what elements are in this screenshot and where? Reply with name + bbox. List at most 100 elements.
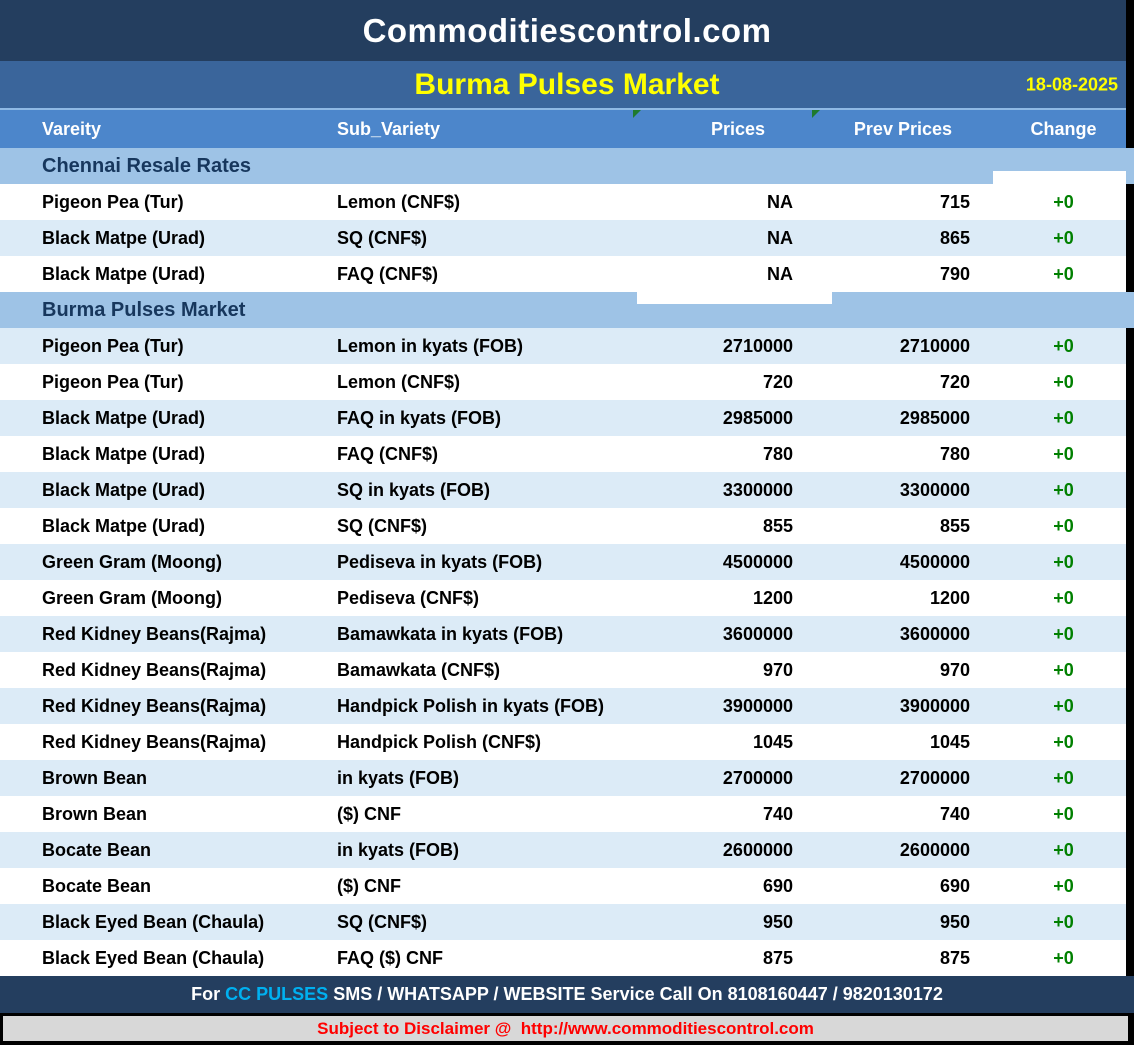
service-text-prefix: For [191,984,225,1005]
column-header-variety: Vareity [0,119,330,140]
cell-gap-artifact [993,171,1126,184]
price-cell: NA [635,264,812,285]
change-cell: +0 [993,732,1134,753]
prev-price-cell: 950 [812,912,993,933]
prev-price-cell: 2600000 [812,840,993,861]
change-cell: +0 [993,912,1134,933]
table-row: Pigeon Pea (Tur)Lemon in kyats (FOB)2710… [0,328,1134,364]
table-row: Black Matpe (Urad)SQ (CNF$)855855+0 [0,508,1134,544]
subvariety-cell: Lemon (CNF$) [330,192,635,213]
column-header-row: Vareity Sub_Variety Prices Prev Prices C… [0,110,1134,148]
disclaimer-text: Subject to Disclaimer @ [317,1019,521,1039]
report-title-bar: Burma Pulses Market 18-08-2025 [0,61,1134,110]
price-cell: 2710000 [635,336,812,357]
column-header-prev-prices: Prev Prices [812,119,993,140]
prev-price-cell: 4500000 [812,552,993,573]
variety-cell: Bocate Bean [0,840,330,861]
change-cell: +0 [993,516,1134,537]
price-cell: NA [635,228,812,249]
table-row: Bocate Beanin kyats (FOB)26000002600000+… [0,832,1134,868]
change-cell: +0 [993,804,1134,825]
variety-cell: Red Kidney Beans(Rajma) [0,696,330,717]
price-cell: 855 [635,516,812,537]
subvariety-cell: Pediseva in kyats (FOB) [330,552,635,573]
prev-price-cell: 970 [812,660,993,681]
section-header-row: Burma Pulses Market [0,292,1134,328]
table-row: Black Eyed Bean (Chaula)FAQ ($) CNF87587… [0,940,1134,976]
price-cell: 740 [635,804,812,825]
variety-cell: Brown Bean [0,804,330,825]
subvariety-cell: SQ (CNF$) [330,516,635,537]
table-row: Black Matpe (Urad)SQ in kyats (FOB)33000… [0,472,1134,508]
disclaimer-bar: Subject to Disclaimer @ http://www.commo… [0,1013,1134,1045]
column-header-change: Change [993,119,1134,140]
variety-cell: Black Eyed Bean (Chaula) [0,912,330,933]
variety-cell: Black Matpe (Urad) [0,480,330,501]
price-cell: 780 [635,444,812,465]
site-title: Commoditiescontrol.com [363,12,772,50]
subvariety-cell: Lemon in kyats (FOB) [330,336,635,357]
cc-pulses-highlight: CC PULSES [225,984,328,1005]
table-body: Chennai Resale RatesPigeon Pea (Tur)Lemo… [0,148,1134,976]
variety-cell: Pigeon Pea (Tur) [0,192,330,213]
table-row: Black Eyed Bean (Chaula)SQ (CNF$)950950+… [0,904,1134,940]
price-cell: 3600000 [635,624,812,645]
prev-price-cell: 780 [812,444,993,465]
table-row: Brown Beanin kyats (FOB)27000002700000+0 [0,760,1134,796]
change-cell: +0 [993,876,1134,897]
prev-price-cell: 3300000 [812,480,993,501]
price-cell: 3300000 [635,480,812,501]
price-cell: 1200 [635,588,812,609]
prev-price-cell: 2710000 [812,336,993,357]
table-row: Green Gram (Moong)Pediseva (CNF$)1200120… [0,580,1134,616]
prev-price-cell: 3600000 [812,624,993,645]
subvariety-cell: FAQ (CNF$) [330,444,635,465]
subvariety-cell: SQ (CNF$) [330,912,635,933]
table-row: Pigeon Pea (Tur)Lemon (CNF$)NA715+0 [0,184,1134,220]
subvariety-cell: Bamawkata in kyats (FOB) [330,624,635,645]
variety-cell: Green Gram (Moong) [0,588,330,609]
table-row: Black Matpe (Urad)SQ (CNF$)NA865+0 [0,220,1134,256]
site-header: Commoditiescontrol.com [0,0,1134,61]
price-cell: 4500000 [635,552,812,573]
change-cell: +0 [993,660,1134,681]
subvariety-cell: Handpick Polish (CNF$) [330,732,635,753]
prev-price-cell: 790 [812,264,993,285]
variety-cell: Red Kidney Beans(Rajma) [0,732,330,753]
change-cell: +0 [993,840,1134,861]
subvariety-cell: Pediseva (CNF$) [330,588,635,609]
change-cell: +0 [993,228,1134,249]
price-cell: 875 [635,948,812,969]
section-header-row: Chennai Resale Rates [0,148,1134,184]
subvariety-cell: Bamawkata (CNF$) [330,660,635,681]
price-cell: 720 [635,372,812,393]
price-cell: 1045 [635,732,812,753]
change-cell: +0 [993,624,1134,645]
subvariety-cell: Handpick Polish in kyats (FOB) [330,696,635,717]
change-cell: +0 [993,768,1134,789]
prev-price-cell: 690 [812,876,993,897]
column-header-prices: Prices [635,119,812,140]
variety-cell: Black Matpe (Urad) [0,408,330,429]
table-row: Bocate Bean($) CNF690690+0 [0,868,1134,904]
variety-cell: Red Kidney Beans(Rajma) [0,624,330,645]
report-title: Burma Pulses Market [414,68,719,102]
table-row: Green Gram (Moong)Pediseva in kyats (FOB… [0,544,1134,580]
variety-cell: Red Kidney Beans(Rajma) [0,660,330,681]
price-cell: 690 [635,876,812,897]
burma-pulses-report: Commoditiescontrol.com Burma Pulses Mark… [0,0,1134,1045]
variety-cell: Black Matpe (Urad) [0,264,330,285]
cell-gap-artifact [637,292,832,304]
change-cell: +0 [993,444,1134,465]
table-row: Brown Bean($) CNF740740+0 [0,796,1134,832]
prev-price-cell: 1200 [812,588,993,609]
column-header-subvariety: Sub_Variety [330,119,635,140]
price-cell: 3900000 [635,696,812,717]
price-cell: 2985000 [635,408,812,429]
prev-price-cell: 740 [812,804,993,825]
table-row: Red Kidney Beans(Rajma)Handpick Polish (… [0,724,1134,760]
disclaimer-link[interactable]: http://www.commoditiescontrol.com [521,1019,814,1039]
variety-cell: Black Matpe (Urad) [0,228,330,249]
price-cell: NA [635,192,812,213]
subvariety-cell: in kyats (FOB) [330,840,635,861]
